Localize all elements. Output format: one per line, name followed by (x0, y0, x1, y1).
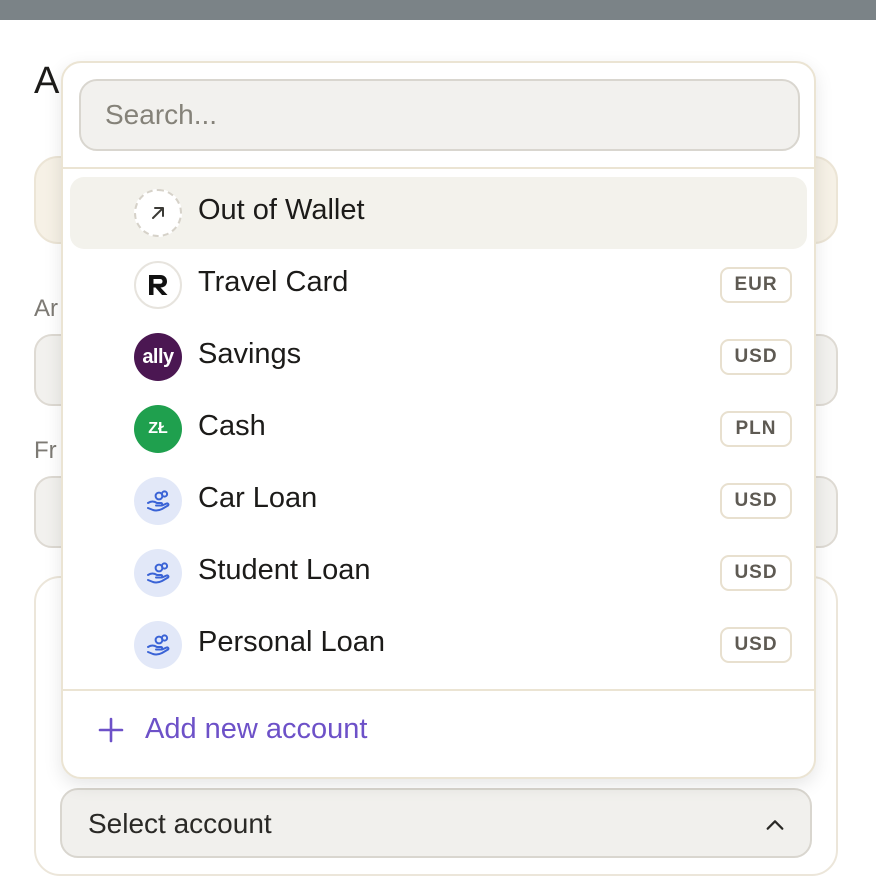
ally-logo: ally (134, 333, 182, 381)
account-item-out-of-wallet[interactable]: Out of Wallet (70, 177, 807, 249)
search-box[interactable] (79, 79, 800, 151)
account-dropdown: Out of Wallet Travel Card EUR ally Savin… (61, 61, 816, 779)
search-input[interactable] (81, 81, 798, 149)
currency-badge: USD (720, 339, 792, 375)
currency-badge: USD (720, 483, 792, 519)
loan-icon (134, 477, 182, 525)
divider (63, 167, 814, 169)
account-label: Student Loan (198, 554, 371, 586)
account-list: Out of Wallet Travel Card EUR ally Savin… (70, 177, 807, 681)
account-label: Savings (198, 338, 302, 370)
loan-icon (134, 549, 182, 597)
account-item-student-loan[interactable]: Student Loan USD (70, 537, 807, 609)
currency-badge: USD (720, 627, 792, 663)
select-account-label: Select account (88, 808, 272, 839)
plus-icon (98, 717, 124, 742)
account-label: Car Loan (198, 482, 318, 514)
divider (63, 689, 814, 691)
zloty-icon: ZŁ (134, 405, 182, 453)
currency-badge: PLN (720, 411, 792, 447)
currency-badge: EUR (720, 267, 792, 303)
account-item-car-loan[interactable]: Car Loan USD (70, 465, 807, 537)
account-label: Travel Card (198, 266, 349, 298)
revolut-logo (134, 261, 182, 309)
chevron-up-icon (766, 820, 784, 830)
account-label: Out of Wallet (198, 194, 365, 226)
amount-label: Ar (34, 295, 58, 322)
loan-icon (134, 621, 182, 669)
account-label: Personal Loan (198, 626, 386, 658)
add-new-account-label: Add new account (145, 713, 368, 745)
select-account-button[interactable]: Select account (60, 788, 812, 858)
arrow-up-right-icon (134, 189, 182, 237)
from-label: Fr (34, 437, 57, 464)
window-top-bar (0, 0, 876, 20)
currency-badge: USD (720, 555, 792, 591)
add-new-account-button[interactable]: Add new account (97, 713, 367, 746)
account-item-personal-loan[interactable]: Personal Loan USD (70, 609, 807, 681)
page-title: A (34, 60, 60, 102)
account-label: Cash (198, 410, 266, 442)
account-item-travel-card[interactable]: Travel Card EUR (70, 249, 807, 321)
account-item-savings[interactable]: ally Savings USD (70, 321, 807, 393)
account-item-cash[interactable]: ZŁ Cash PLN (70, 393, 807, 465)
